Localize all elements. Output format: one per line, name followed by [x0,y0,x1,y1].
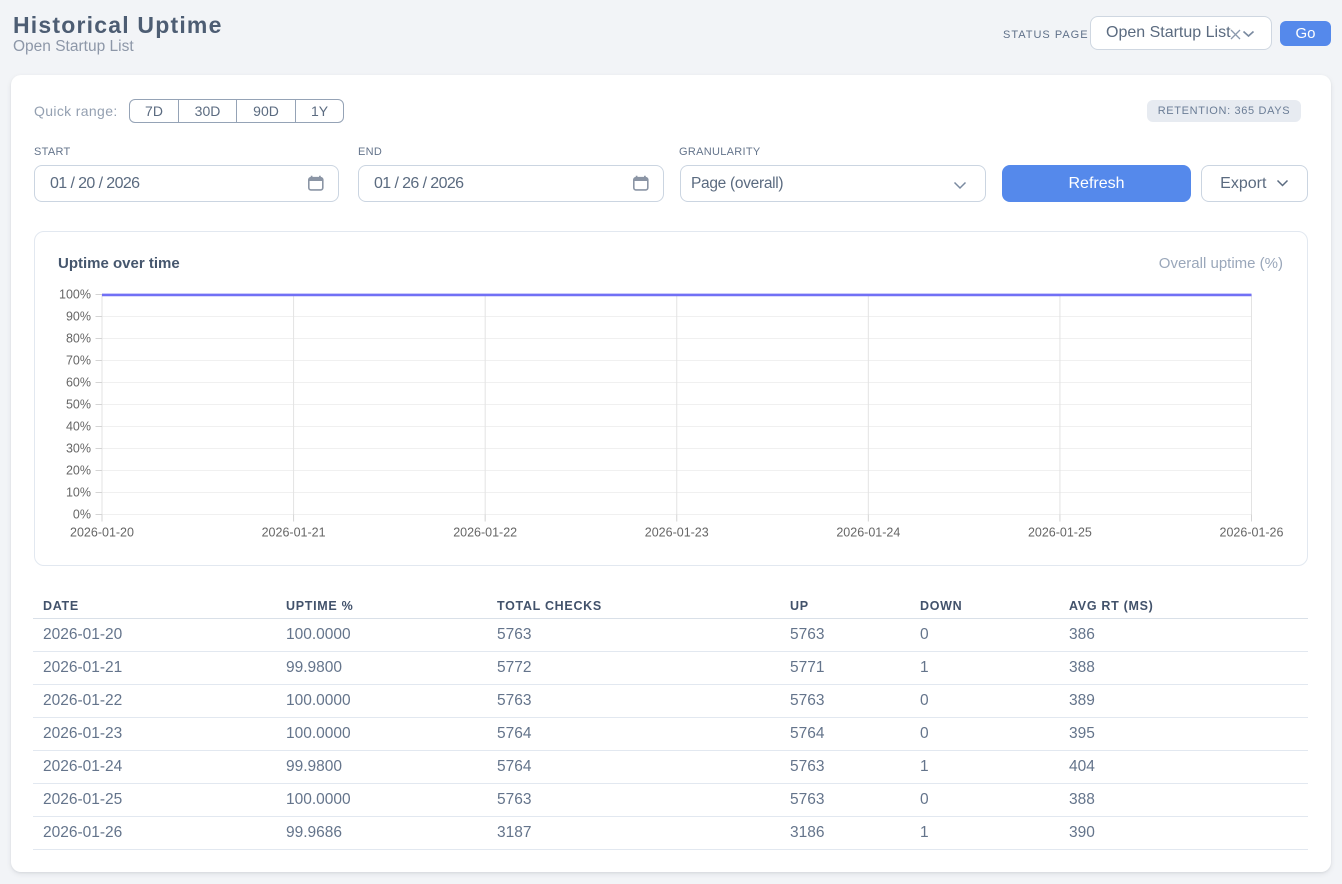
svg-text:10%: 10% [66,486,91,500]
svg-text:2026-01-26: 2026-01-26 [1220,526,1284,540]
svg-text:0%: 0% [73,508,91,522]
svg-text:2026-01-23: 2026-01-23 [645,526,709,540]
svg-text:2026-01-25: 2026-01-25 [1028,526,1092,540]
svg-text:30%: 30% [66,442,91,456]
svg-text:2026-01-20: 2026-01-20 [70,526,134,540]
svg-text:80%: 80% [66,332,91,346]
svg-text:60%: 60% [66,376,91,390]
svg-text:2026-01-22: 2026-01-22 [453,526,517,540]
svg-text:20%: 20% [66,464,91,478]
svg-text:70%: 70% [66,354,91,368]
svg-text:100%: 100% [59,288,91,302]
svg-text:90%: 90% [66,310,91,324]
svg-text:50%: 50% [66,398,91,412]
svg-text:2026-01-24: 2026-01-24 [836,526,900,540]
svg-text:40%: 40% [66,420,91,434]
svg-text:2026-01-21: 2026-01-21 [262,526,326,540]
